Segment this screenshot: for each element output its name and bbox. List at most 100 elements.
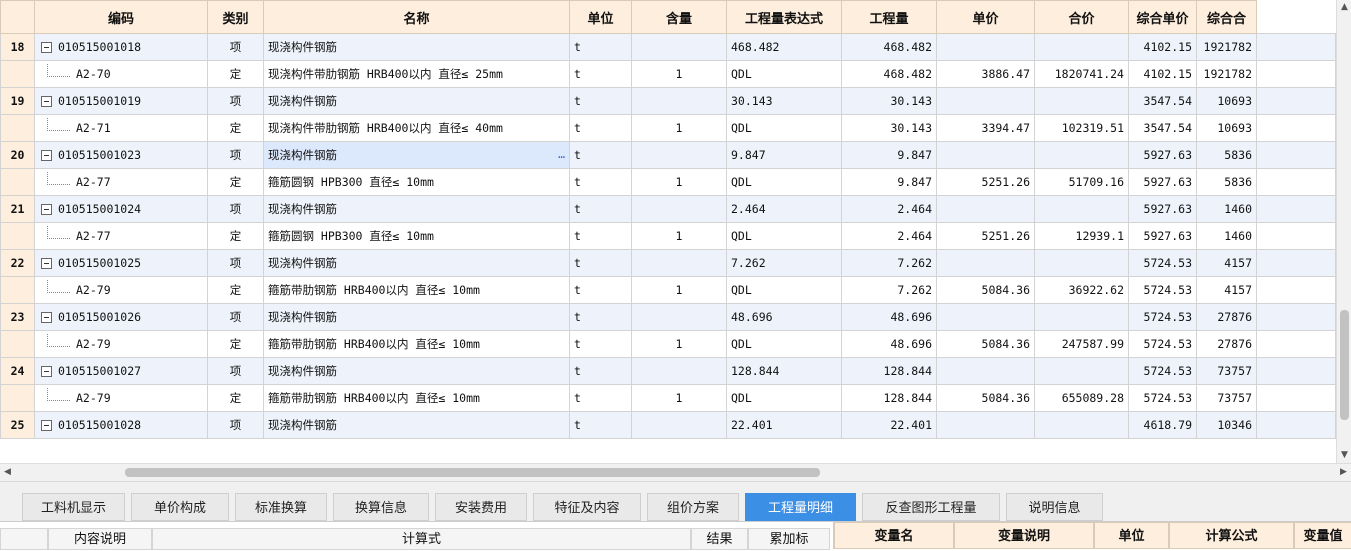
row-number[interactable] — [0, 384, 35, 412]
table-row[interactable]: A2-79 定箍筋带肋钢筋 HRB400以内 直径≤ 10mm t 1 QDL 7.262… — [0, 276, 1336, 304]
cell-content[interactable] — [631, 87, 727, 115]
col-header-name[interactable]: 名称 — [263, 0, 570, 34]
cell-composite-total[interactable]: 73757 — [1196, 357, 1257, 385]
cell-composite-unit-price[interactable]: 5927.63 — [1128, 168, 1197, 196]
cell-content[interactable]: 1 — [631, 222, 727, 250]
scroll-down-icon[interactable]: ▼ — [1337, 448, 1351, 463]
cell-category[interactable]: 定 — [207, 168, 264, 196]
cell-expression[interactable]: 48.696 — [726, 303, 842, 331]
row-number[interactable]: 23 — [0, 303, 35, 331]
collapse-icon[interactable] — [41, 204, 52, 215]
cell-quantity[interactable]: 468.482 — [841, 33, 937, 61]
cell-name[interactable]: 箍筋圆钢 HPB300 直径≤ 10mm — [263, 222, 570, 250]
row-number[interactable]: 22 — [0, 249, 35, 277]
calc-col-description[interactable]: 内容说明 — [48, 528, 152, 550]
cell-unit[interactable]: t — [569, 33, 632, 61]
cell-expression[interactable]: QDL — [726, 330, 842, 358]
tab-unit-price-composition[interactable]: 单价构成 — [131, 493, 229, 521]
cell-unit-price[interactable]: 5251.26 — [936, 168, 1035, 196]
cell-total-price[interactable] — [1034, 411, 1129, 439]
cell-name[interactable]: 现浇构件钢筋 — [263, 87, 570, 115]
cell-expression[interactable]: QDL — [726, 168, 842, 196]
scroll-up-icon[interactable]: ▲ — [1337, 0, 1351, 15]
row-number[interactable] — [0, 168, 35, 196]
cell-composite-unit-price[interactable]: 3547.54 — [1128, 114, 1197, 142]
cell-expression[interactable]: 128.844 — [726, 357, 842, 385]
cell-unit[interactable]: t — [569, 411, 632, 439]
cell-category[interactable]: 定 — [207, 114, 264, 142]
cell-code[interactable]: 010515001026 — [34, 303, 208, 331]
cell-unit[interactable]: t — [569, 87, 632, 115]
table-row[interactable]: 23 010515001026 项现浇构件钢筋 t 48.696 48.696 5724.5… — [0, 303, 1336, 331]
collapse-icon[interactable] — [41, 150, 52, 161]
cell-name[interactable]: 现浇构件钢筋 — [263, 33, 570, 61]
cell-code[interactable]: A2-77 — [34, 168, 208, 196]
table-row[interactable]: 21 010515001024 项现浇构件钢筋 t 2.464 2.464 5927.63 1… — [0, 195, 1336, 223]
table-row[interactable]: 24 010515001027 项现浇构件钢筋 t 128.844 128.844 5724… — [0, 357, 1336, 385]
cell-unit[interactable]: t — [569, 141, 632, 169]
row-number[interactable] — [0, 60, 35, 88]
tab-description-info[interactable]: 说明信息 — [1006, 493, 1103, 521]
cell-code[interactable]: 010515001019 — [34, 87, 208, 115]
cell-quantity[interactable]: 128.844 — [841, 357, 937, 385]
calc-col-cumulative[interactable]: 累加标 — [748, 528, 830, 550]
cell-category[interactable]: 定 — [207, 60, 264, 88]
cell-code[interactable]: A2-77 — [34, 222, 208, 250]
cell-expression[interactable]: 468.482 — [726, 33, 842, 61]
cell-quantity[interactable]: 22.401 — [841, 411, 937, 439]
cell-unit-price[interactable]: 3886.47 — [936, 60, 1035, 88]
cell-code[interactable]: 010515001025 — [34, 249, 208, 277]
cell-quantity[interactable]: 2.464 — [841, 222, 937, 250]
cell-total-price[interactable]: 655089.28 — [1034, 384, 1129, 412]
cell-name[interactable]: 现浇构件钢筋 — [263, 303, 570, 331]
cell-composite-unit-price[interactable]: 5724.53 — [1128, 357, 1197, 385]
cell-composite-unit-price[interactable]: 5724.53 — [1128, 249, 1197, 277]
cell-unit[interactable]: t — [569, 384, 632, 412]
calc-col-result[interactable]: 结果 — [691, 528, 748, 550]
cell-quantity[interactable]: 30.143 — [841, 114, 937, 142]
cell-unit-price[interactable] — [936, 141, 1035, 169]
cell-code[interactable]: A2-79 — [34, 384, 208, 412]
scroll-right-icon[interactable]: ▶ — [1336, 464, 1351, 481]
cell-content[interactable] — [631, 249, 727, 277]
cell-total-price[interactable]: 51709.16 — [1034, 168, 1129, 196]
cell-unit-price[interactable] — [936, 357, 1035, 385]
cell-content[interactable]: 1 — [631, 60, 727, 88]
cell-category[interactable]: 项 — [207, 195, 264, 223]
cell-name[interactable]: 现浇构件钢筋… — [263, 141, 570, 169]
cell-quantity[interactable]: 48.696 — [841, 303, 937, 331]
cell-total-price[interactable]: 12939.1 — [1034, 222, 1129, 250]
scroll-left-icon[interactable]: ◀ — [0, 464, 15, 481]
cell-content[interactable]: 1 — [631, 384, 727, 412]
cell-code[interactable]: 010515001027 — [34, 357, 208, 385]
cell-category[interactable]: 定 — [207, 384, 264, 412]
tab-installation-fee[interactable]: 安装费用 — [435, 493, 527, 521]
cell-expression[interactable]: 30.143 — [726, 87, 842, 115]
cell-code[interactable]: A2-79 — [34, 330, 208, 358]
cell-category[interactable]: 定 — [207, 276, 264, 304]
cell-content[interactable] — [631, 195, 727, 223]
cell-unit[interactable]: t — [569, 114, 632, 142]
cell-total-price[interactable]: 1820741.24 — [1034, 60, 1129, 88]
cell-composite-unit-price[interactable]: 5927.63 — [1128, 222, 1197, 250]
row-number[interactable]: 20 — [0, 141, 35, 169]
var-col-formula[interactable]: 计算公式 — [1169, 522, 1294, 549]
cell-code[interactable]: A2-79 — [34, 276, 208, 304]
cell-total-price[interactable]: 102319.51 — [1034, 114, 1129, 142]
row-number[interactable]: 21 — [0, 195, 35, 223]
var-col-unit[interactable]: 单位 — [1094, 522, 1169, 549]
cell-expression[interactable]: 9.847 — [726, 141, 842, 169]
cell-unit-price[interactable]: 5084.36 — [936, 384, 1035, 412]
table-row[interactable]: A2-79 定箍筋带肋钢筋 HRB400以内 直径≤ 10mm t 1 QDL 48.69… — [0, 330, 1336, 358]
cell-quantity[interactable]: 2.464 — [841, 195, 937, 223]
cell-name[interactable]: 现浇构件钢筋 — [263, 357, 570, 385]
cell-composite-total[interactable]: 1460 — [1196, 222, 1257, 250]
row-number[interactable]: 19 — [0, 87, 35, 115]
cell-code[interactable]: 010515001024 — [34, 195, 208, 223]
cell-expression[interactable]: 7.262 — [726, 249, 842, 277]
table-row[interactable]: A2-79 定箍筋带肋钢筋 HRB400以内 直径≤ 10mm t 1 QDL 128.8… — [0, 384, 1336, 412]
collapse-icon[interactable] — [41, 312, 52, 323]
cell-unit[interactable]: t — [569, 276, 632, 304]
cell-category[interactable]: 项 — [207, 249, 264, 277]
cell-unit-price[interactable] — [936, 411, 1035, 439]
